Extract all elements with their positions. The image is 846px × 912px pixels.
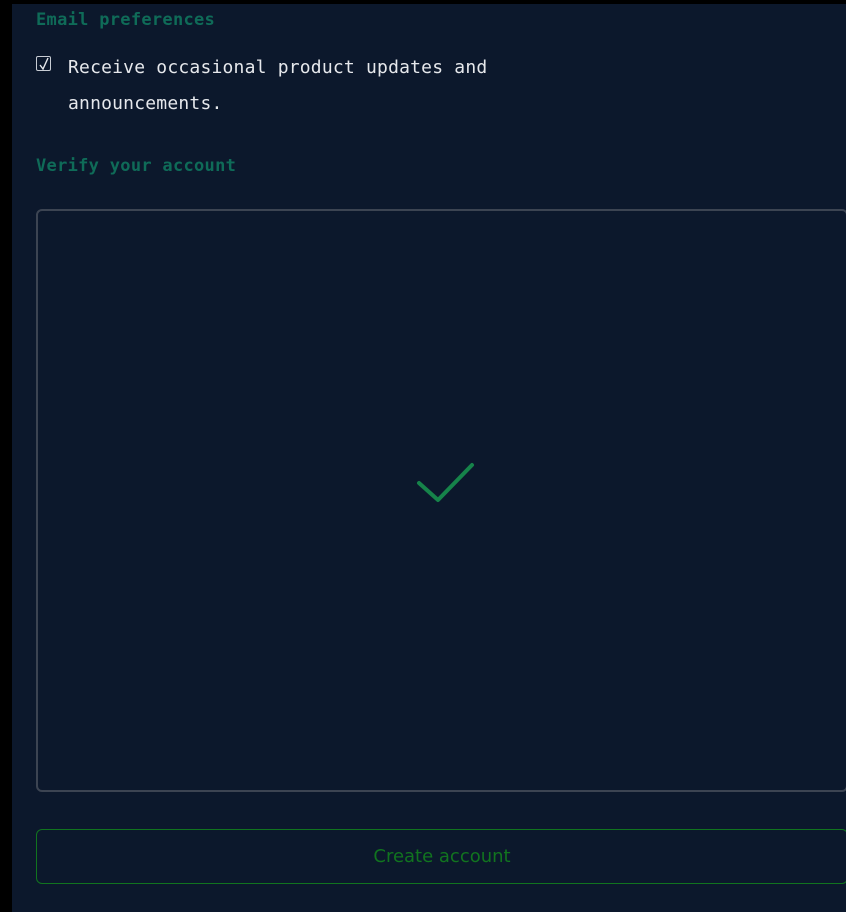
create-account-button[interactable]: Create account	[36, 829, 846, 884]
checkmark-icon	[417, 463, 474, 502]
verification-widget[interactable]	[36, 209, 846, 792]
email-preferences-heading: Email preferences	[36, 10, 216, 30]
verify-account-heading: Verify your account	[36, 156, 237, 176]
product-updates-label[interactable]: Receive occasional product updates and a…	[68, 50, 628, 122]
product-updates-checkbox[interactable]	[36, 56, 51, 71]
signup-form-panel: Email preferences Receive occasional pro…	[12, 4, 846, 912]
checkbox-check-icon	[39, 57, 49, 71]
